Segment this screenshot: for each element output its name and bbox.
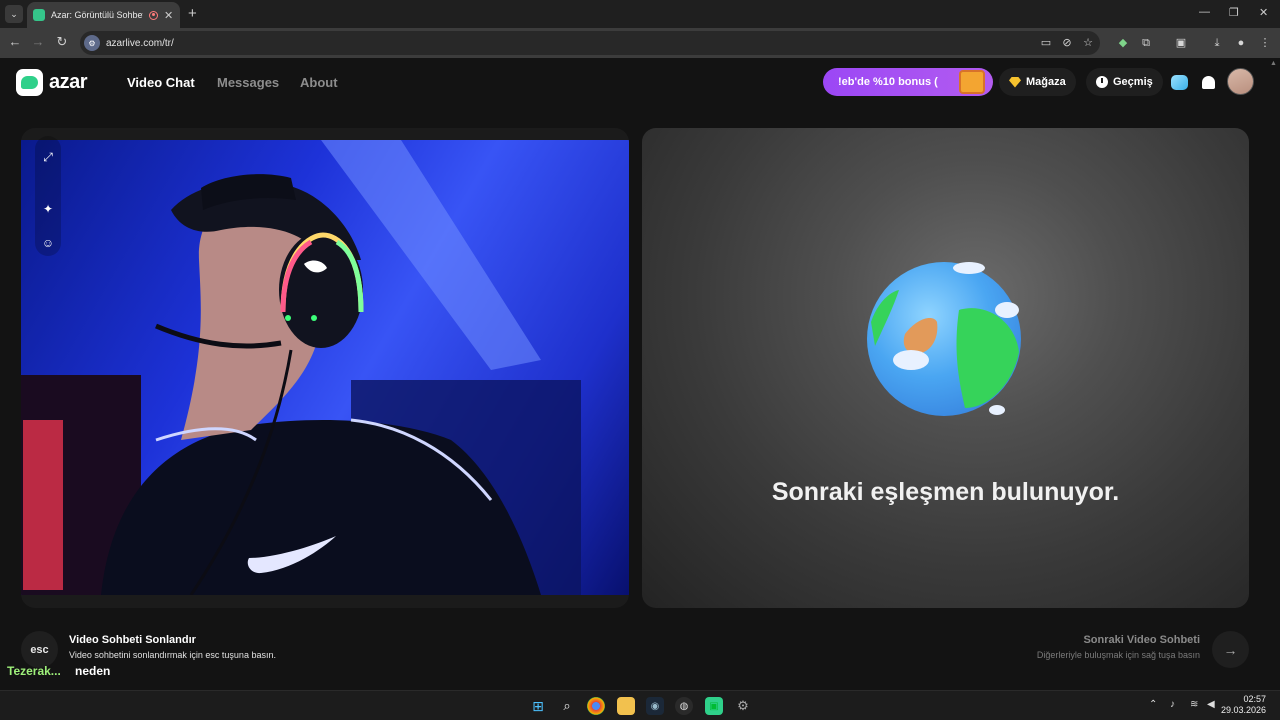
azar-app-icon[interactable]: ▣ — [705, 697, 723, 715]
azar-logo-icon — [16, 69, 43, 96]
messages-bubble-icon[interactable] — [1167, 70, 1191, 94]
extension-shield-icon[interactable]: ◆ — [1115, 35, 1131, 51]
eye-off-icon[interactable]: ⊘ — [1059, 35, 1075, 51]
brand-logo[interactable]: azar — [16, 69, 88, 96]
nav-messages[interactable]: Messages — [217, 75, 279, 90]
notification-bell-icon[interactable] — [1196, 70, 1220, 94]
shop-button[interactable]: Mağaza — [999, 68, 1076, 96]
history-button[interactable]: Geçmiş — [1086, 68, 1163, 96]
overlay-message: neden — [75, 664, 111, 678]
next-chat-description: Diğerleriyle buluşmak için sağ tuşa bası… — [1036, 650, 1200, 660]
brand-name: azar — [49, 71, 88, 93]
reload-button[interactable]: ↻ — [53, 34, 71, 50]
treasure-chest-icon — [959, 70, 985, 94]
camera-tools: ⤢ ✦ ☺ — [35, 136, 61, 256]
promo-text: !eb'de %10 bonus ( — [838, 76, 938, 88]
end-chat-button[interactable]: esc — [21, 631, 58, 668]
profile-icon[interactable]: ● — [1233, 35, 1249, 51]
self-camera-feed — [21, 140, 629, 595]
tray-chevron-icon[interactable]: ⌃ — [1149, 699, 1157, 710]
nav-about[interactable]: About — [300, 75, 338, 90]
volume-icon[interactable]: ◀ — [1207, 699, 1215, 710]
windows-start-icon[interactable]: ⊞ — [529, 697, 547, 715]
history-clock-icon — [1096, 76, 1108, 88]
menu-icon[interactable]: ⋮ — [1257, 35, 1273, 51]
obs-icon[interactable]: ◍ — [675, 697, 693, 715]
browser-tab-active[interactable]: Azar: Görüntülü Sohbet & V ✕ — [27, 2, 180, 28]
bookmark-star-icon[interactable]: ☆ — [1080, 35, 1096, 51]
url-text: azarlive.com/tr/ — [106, 37, 174, 49]
chat-controls: esc Video Sohbeti Sonlandır Video sohbet… — [0, 628, 1280, 690]
camera-scene — [21, 140, 581, 595]
search-icon[interactable]: ⌕ — [558, 697, 576, 715]
nav-video-chat[interactable]: Video Chat — [127, 75, 195, 90]
address-bar[interactable]: ⚙ azarlive.com/tr/ — [80, 31, 1100, 55]
next-chat-button[interactable]: → — [1212, 631, 1249, 668]
shop-label: Mağaza — [1026, 76, 1066, 88]
browser-toolbar: ← → ↻ ⚙ azarlive.com/tr/ ▭ ⊘ ☆ ◆ ⧉ ▣ ⤓ ●… — [0, 28, 1280, 58]
azar-favicon-icon — [33, 9, 45, 21]
minimize-button[interactable]: — — [1199, 6, 1210, 18]
clock-date: 29.03.2026 — [1220, 705, 1266, 715]
browser-tab-strip: ⌄ Azar: Görüntülü Sohbet & V ✕ + — ❐ ✕ — [0, 0, 1280, 28]
history-label: Geçmiş — [1113, 76, 1153, 88]
tab-search-button[interactable]: ⌄ — [5, 5, 23, 23]
back-button[interactable]: ← — [6, 34, 24, 49]
settings-gear-icon[interactable]: ⚙ — [734, 697, 752, 715]
end-chat-title: Video Sohbeti Sonlandır — [69, 634, 196, 646]
close-window-button[interactable]: ✕ — [1259, 6, 1268, 19]
globe-icon — [867, 262, 1021, 416]
scroll-up-icon[interactable]: ▲ — [1270, 60, 1277, 67]
self-video-panel: ⤢ ✦ ☺ — [21, 128, 629, 608]
end-chat-description: Video sohbetini sonlandırmak için esc tu… — [69, 650, 276, 660]
clock-time: 02:57 — [1243, 694, 1266, 704]
microphone-icon[interactable]: ♪ — [1170, 699, 1175, 710]
new-tab-button[interactable]: + — [188, 5, 197, 23]
download-icon[interactable]: ⤓ — [1209, 35, 1225, 51]
file-explorer-icon[interactable] — [617, 697, 635, 715]
tab-close-icon[interactable]: ✕ — [164, 9, 173, 22]
user-avatar[interactable] — [1227, 68, 1254, 95]
forward-button[interactable]: → — [29, 34, 47, 49]
site-info-icon[interactable]: ⚙ — [84, 35, 100, 51]
page-content: ▲ azar Video Chat Messages About !eb'de … — [0, 58, 1280, 690]
translate-icon[interactable]: ▣ — [1173, 35, 1189, 51]
steam-icon[interactable]: ◉ — [646, 697, 664, 715]
next-chat-title: Sonraki Video Sohbeti — [1083, 634, 1200, 646]
matching-status-text: Sonraki eşleşmen bulunuyor. — [771, 478, 1120, 506]
face-mask-icon[interactable]: ☺ — [38, 233, 58, 253]
chrome-icon[interactable] — [587, 697, 605, 715]
maximize-button[interactable]: ❐ — [1229, 6, 1239, 19]
tab-title: Azar: Görüntülü Sohbet & V — [51, 10, 143, 20]
promo-banner[interactable]: !eb'de %10 bonus ( — [823, 68, 993, 96]
fullscreen-toggle-icon[interactable]: ⤢ — [38, 147, 58, 167]
system-clock[interactable]: 02:57 29.03.2026 — [1221, 694, 1266, 716]
wifi-icon[interactable]: ≋ — [1190, 699, 1198, 710]
extensions-puzzle-icon[interactable]: ⧉ — [1138, 35, 1154, 51]
install-app-icon[interactable]: ▭ — [1038, 35, 1054, 51]
recording-icon — [149, 10, 158, 20]
gem-icon — [1009, 76, 1021, 88]
os-taskbar: ⊞ ⌕ ◉ ◍ ▣ ⚙ ⌃ ♪ ≋ ◀ 02:57 29.03.2026 — [0, 690, 1280, 720]
magic-wand-icon[interactable]: ✦ — [38, 199, 58, 219]
overlay-username: Tezerak... — [7, 664, 61, 678]
